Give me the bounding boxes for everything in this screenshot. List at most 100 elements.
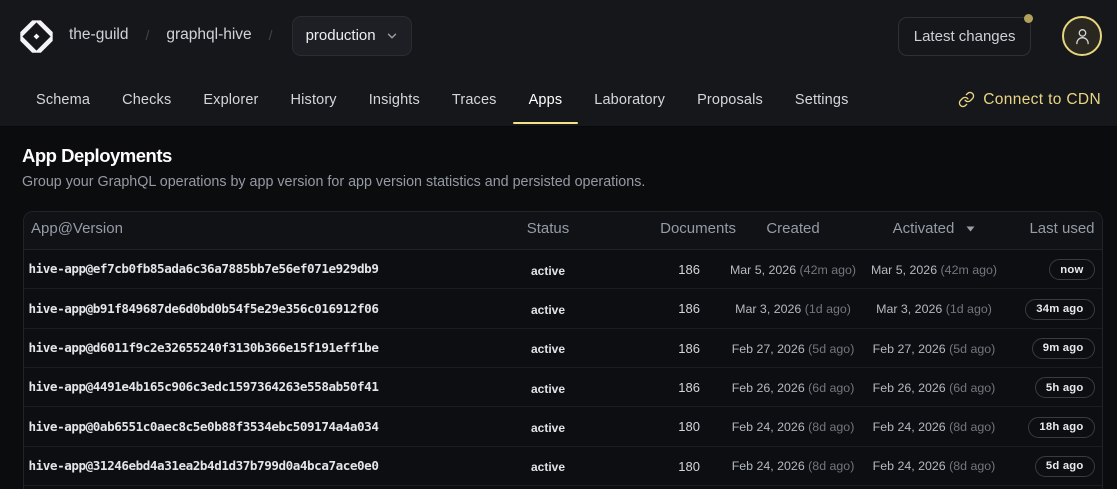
cell-activated: Feb 24, 2026 (8d ago): [849, 420, 1019, 434]
cell-documents: 180: [577, 419, 737, 434]
cell-created-date: Feb 26, 2026: [732, 381, 805, 395]
page-title: App Deployments: [22, 145, 1117, 167]
column-header-status[interactable]: Status: [519, 220, 577, 237]
cell-activated-date: Mar 5, 2026: [871, 263, 937, 277]
cell-activated: Feb 26, 2026 (6d ago): [849, 381, 1019, 395]
latest-changes-label: Latest changes: [914, 28, 1016, 45]
cell-documents: 186: [577, 262, 737, 277]
breadcrumb-project[interactable]: graphql-hive: [166, 26, 251, 44]
cell-created-relative: (5d ago): [808, 342, 854, 356]
sort-desc-icon: [966, 226, 975, 232]
cell-status: active: [519, 460, 577, 474]
cell-created: Feb 26, 2026 (6d ago): [737, 381, 849, 395]
column-header-activated-label: Activated: [893, 220, 955, 237]
cell-activated-relative: (8d ago): [949, 420, 995, 434]
cell-documents: 180: [577, 459, 737, 474]
main-content: App Deployments Group your GraphQL opera…: [0, 145, 1117, 489]
page-subtitle: Group your GraphQL operations by app ver…: [22, 174, 1117, 190]
cell-last-used: 5d ago: [1019, 456, 1101, 477]
table-row[interactable]: hive-app@ef7cb0fb85ada6c36a7885bb7e56ef0…: [24, 250, 1102, 289]
last-used-badge: 18h ago: [1028, 417, 1094, 438]
cell-activated-date: Mar 3, 2026: [876, 302, 942, 316]
connect-to-cdn-label: Connect to CDN: [983, 91, 1101, 109]
table-row[interactable]: hive-app@b91f849687de6d0bd0b54f5e29e356c…: [24, 289, 1102, 328]
cell-status: active: [519, 303, 577, 317]
tab-traces[interactable]: Traces: [436, 72, 513, 127]
cell-app-version[interactable]: hive-app@d6011f9c2e32655240f3130b366e15f…: [24, 340, 519, 355]
cell-created: Feb 24, 2026 (8d ago): [737, 459, 849, 473]
cell-last-used: 9m ago: [1019, 338, 1101, 359]
tab-laboratory[interactable]: Laboratory: [578, 72, 681, 127]
cell-app-version[interactable]: hive-app@0ab6551c0aec8c5e0b88f3534ebc509…: [24, 419, 519, 434]
cell-activated-relative: (6d ago): [949, 381, 995, 395]
cell-activated-date: Feb 26, 2026: [873, 381, 946, 395]
link-icon: [958, 91, 975, 108]
site-header: the-guild / graphql-hive / production La…: [0, 0, 1117, 127]
cell-status: active: [519, 382, 577, 396]
cell-documents: 186: [577, 301, 737, 316]
cell-created-relative: (42m ago): [800, 263, 856, 277]
chevron-down-icon: [386, 30, 398, 42]
table-row[interactable]: hive-app@d6011f9c2e32655240f3130b366e15f…: [24, 329, 1102, 368]
cell-documents: 186: [577, 341, 737, 356]
cell-app-version[interactable]: hive-app@b91f849687de6d0bd0b54f5e29e356c…: [24, 301, 519, 316]
cell-app-version[interactable]: hive-app@4491e4b165c906c3edc1597364263e5…: [24, 379, 519, 394]
cell-activated-date: Feb 27, 2026: [873, 342, 946, 356]
tab-history[interactable]: History: [275, 72, 353, 127]
cell-last-used: 18h ago: [1019, 417, 1101, 438]
cell-created-relative: (6d ago): [808, 381, 854, 395]
column-header-app-version[interactable]: App@Version: [24, 220, 519, 237]
table-header-row: App@Version Status Documents Created Act…: [24, 212, 1102, 251]
last-used-badge: 9m ago: [1032, 338, 1095, 359]
cell-documents: 186: [577, 380, 737, 395]
cell-created-relative: (8d ago): [808, 420, 854, 434]
cell-last-used: 34m ago: [1019, 299, 1101, 320]
latest-changes-button[interactable]: Latest changes: [898, 17, 1031, 56]
topbar: the-guild / graphql-hive / production La…: [0, 0, 1117, 72]
cell-created: Feb 27, 2026 (5d ago): [737, 342, 849, 356]
cell-activated: Mar 3, 2026 (1d ago): [849, 302, 1019, 316]
cell-activated-date: Feb 24, 2026: [873, 459, 946, 473]
cell-app-version[interactable]: hive-app@ef7cb0fb85ada6c36a7885bb7e56ef0…: [24, 261, 519, 276]
cell-activated: Feb 27, 2026 (5d ago): [849, 342, 1019, 356]
connect-to-cdn-link[interactable]: Connect to CDN: [958, 72, 1101, 127]
column-header-last-used[interactable]: Last used: [1019, 220, 1101, 237]
cell-app-version[interactable]: hive-app@31246ebd4a31ea2b4d1d37b799d0a4b…: [24, 458, 519, 473]
column-header-created[interactable]: Created: [737, 220, 849, 237]
tab-explorer[interactable]: Explorer: [187, 72, 274, 127]
cell-status: active: [519, 342, 577, 356]
cell-activated: Feb 24, 2026 (8d ago): [849, 459, 1019, 473]
last-used-badge: now: [1049, 259, 1094, 280]
breadcrumb-org[interactable]: the-guild: [69, 26, 128, 44]
cell-activated: Mar 5, 2026 (42m ago): [849, 263, 1019, 277]
target-selector[interactable]: production: [292, 16, 413, 56]
cell-activated-relative: (5d ago): [949, 342, 995, 356]
tab-insights[interactable]: Insights: [353, 72, 436, 127]
cell-created-date: Feb 27, 2026: [732, 342, 805, 356]
table-row[interactable]: hive-app@4491e4b165c906c3edc1597364263e5…: [24, 368, 1102, 407]
tab-apps[interactable]: Apps: [513, 72, 579, 127]
user-icon: [1073, 27, 1092, 46]
cell-status: active: [519, 264, 577, 278]
cell-created-date: Mar 3, 2026: [735, 302, 801, 316]
last-used-badge: 5h ago: [1035, 377, 1095, 398]
column-header-documents[interactable]: Documents: [577, 220, 737, 237]
breadcrumb-separator: /: [145, 27, 149, 43]
user-avatar[interactable]: [1062, 16, 1102, 56]
tab-schema[interactable]: Schema: [20, 72, 106, 127]
cell-created: Feb 24, 2026 (8d ago): [737, 420, 849, 434]
tab-checks[interactable]: Checks: [106, 72, 187, 127]
column-header-activated[interactable]: Activated: [849, 220, 1019, 237]
cell-status: active: [519, 421, 577, 435]
cell-created-relative: (8d ago): [808, 459, 854, 473]
app-deployments-table: App@Version Status Documents Created Act…: [23, 211, 1103, 489]
cell-activated-relative: (1d ago): [946, 302, 992, 316]
tab-settings[interactable]: Settings: [779, 72, 865, 127]
cell-created-date: Feb 24, 2026: [732, 420, 805, 434]
tab-bar: Schema Checks Explorer History Insights …: [0, 72, 1117, 127]
tab-proposals[interactable]: Proposals: [681, 72, 779, 127]
table-row[interactable]: hive-app@31246ebd4a31ea2b4d1d37b799d0a4b…: [24, 447, 1102, 486]
hive-logo[interactable]: [18, 18, 55, 55]
table-row[interactable]: hive-app@0ab6551c0aec8c5e0b88f3534ebc509…: [24, 407, 1102, 446]
breadcrumb-separator: /: [269, 27, 273, 43]
